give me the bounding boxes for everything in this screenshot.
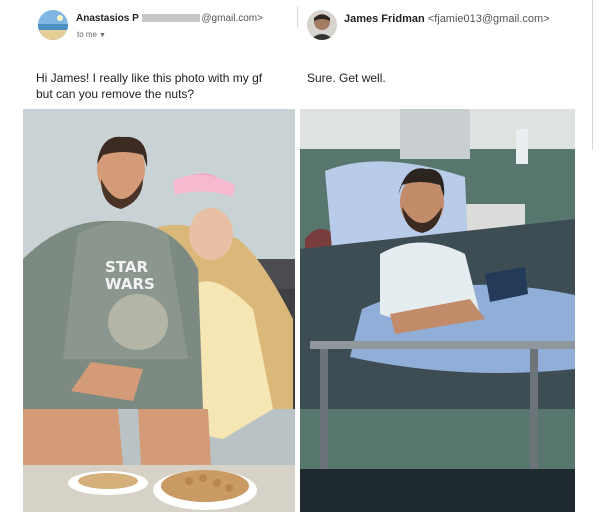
right-email-pane: James Fridman <fjamie013@gmail.com> Sure… bbox=[298, 0, 600, 516]
left-sender-header: Anastasios P @gmail.com> bbox=[76, 13, 263, 24]
beach-avatar-icon[interactable] bbox=[38, 10, 68, 40]
hospital-photo bbox=[300, 109, 575, 512]
photo-shirt-text-wars: WARS bbox=[105, 275, 155, 293]
right-sender-name: James Fridman bbox=[344, 13, 425, 25]
recipient-line[interactable]: to me ▼ bbox=[77, 30, 106, 39]
chevron-down-icon[interactable]: ▼ bbox=[99, 32, 106, 39]
left-message-line-2: but can you remove the nuts? bbox=[36, 87, 195, 101]
left-message-line-1: Hi James! I really like this photo with … bbox=[36, 71, 263, 85]
left-message-body: Hi James! I really like this photo with … bbox=[36, 70, 296, 102]
photo-shirt-text-star: STAR bbox=[105, 258, 148, 276]
right-sender-email: <fjamie013@gmail.com> bbox=[427, 13, 550, 25]
right-message-body: Sure. Get well. bbox=[307, 71, 386, 85]
recipient-label: to me bbox=[77, 30, 98, 39]
right-sender-header: James Fridman <fjamie013@gmail.com> bbox=[344, 13, 550, 25]
left-sender-name: Anastasios P bbox=[76, 13, 139, 24]
couple-photo: STAR WARS bbox=[23, 109, 295, 512]
left-sender-email-suffix: @gmail.com> bbox=[201, 13, 263, 24]
redacted-email-bar bbox=[142, 14, 201, 23]
left-email-pane: Anastasios P @gmail.com> to me ▼ Hi James… bbox=[0, 0, 298, 516]
person-avatar-icon[interactable] bbox=[307, 10, 337, 40]
